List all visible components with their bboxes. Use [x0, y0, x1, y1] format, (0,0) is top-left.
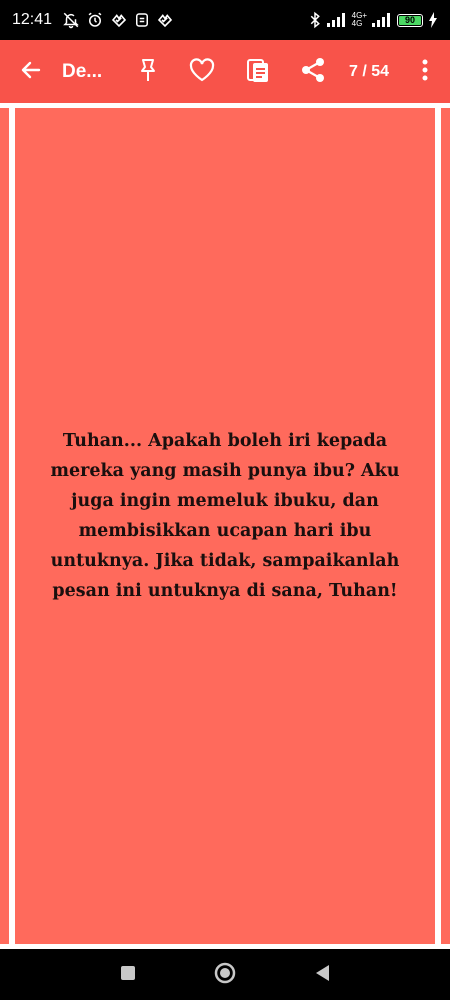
more-vertical-icon [422, 59, 428, 85]
copy-button[interactable] [230, 40, 286, 103]
previous-card-peek[interactable] [0, 108, 9, 944]
share-icon [299, 56, 327, 88]
status-bar: 12:41 4G+ 4G 90 [0, 0, 450, 40]
recents-button[interactable] [108, 955, 148, 995]
more-options-button[interactable] [400, 40, 450, 103]
charging-icon [428, 12, 438, 28]
back-nav-button[interactable] [302, 955, 342, 995]
page-counter: 7 / 54 [348, 62, 390, 80]
signal-icon [326, 13, 347, 27]
back-button[interactable] [0, 40, 62, 103]
home-button[interactable] [205, 955, 245, 995]
triangle-back-icon [314, 964, 330, 986]
arrow-left-icon [19, 58, 43, 86]
square-icon [120, 965, 136, 985]
favorite-button[interactable] [174, 40, 230, 103]
status-right: 4G+ 4G 90 [308, 11, 438, 29]
system-nav-bar [0, 949, 450, 1000]
battery-level: 90 [399, 15, 421, 25]
clock: 12:41 [12, 11, 53, 28]
heart-outline-icon [188, 57, 216, 87]
signal-icon [372, 13, 392, 27]
battery-icon: 90 [397, 13, 423, 27]
battery-body: 90 [397, 13, 423, 27]
pin-button[interactable] [122, 40, 174, 103]
toolbar: De... 7 / 54 [0, 40, 450, 103]
pin-icon [136, 57, 160, 87]
quote-pager[interactable]: Tuhan... Apakah boleh iri kepada mereka … [0, 103, 450, 949]
notifications-muted-icon [62, 11, 80, 29]
share-button[interactable] [286, 40, 340, 103]
network-type-bottom: 4G [351, 19, 363, 28]
quote-text: Tuhan... Apakah boleh iri kepada mereka … [50, 431, 400, 601]
status-left: 12:41 [12, 11, 174, 29]
copy-document-icon [245, 56, 271, 88]
circle-home-icon [213, 961, 237, 989]
next-card-peek[interactable] [441, 108, 450, 944]
sim-icon [134, 11, 150, 29]
app-notification-icon [110, 11, 128, 29]
quote-card[interactable]: Tuhan... Apakah boleh iri kepada mereka … [15, 108, 435, 944]
app-notification-icon [156, 11, 174, 29]
alarm-icon [86, 11, 104, 29]
page-title: De... [62, 60, 103, 82]
bluetooth-icon [308, 11, 322, 29]
network-type: 4G+ 4G [352, 12, 367, 28]
